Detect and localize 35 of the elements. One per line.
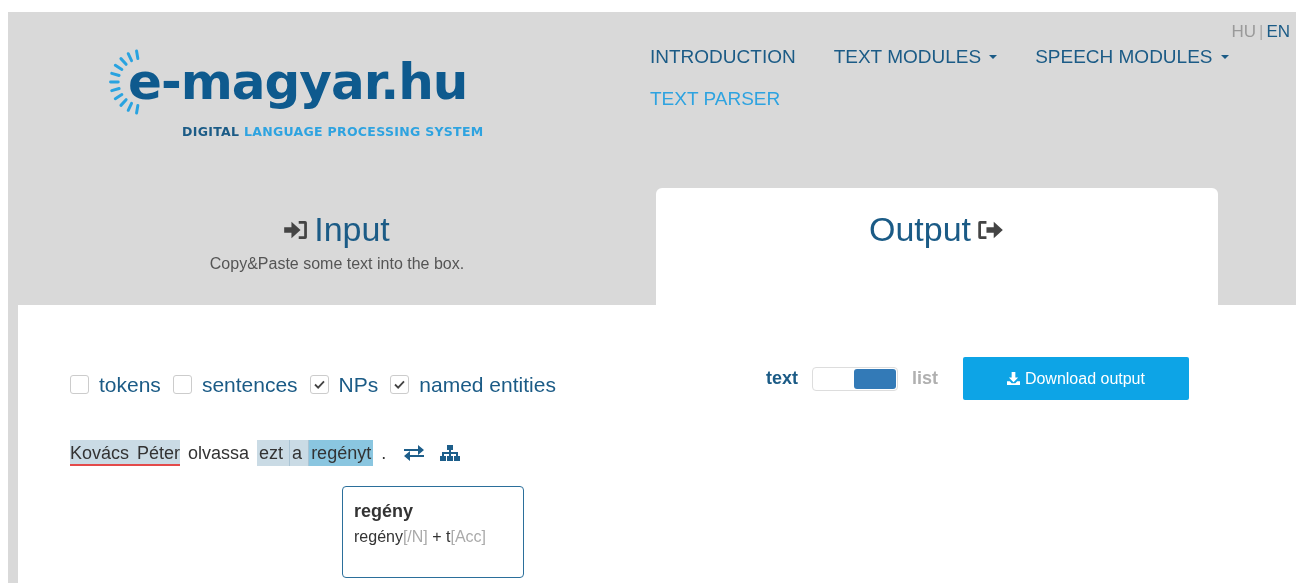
checkbox-label: tokens: [99, 372, 161, 397]
token[interactable]: olvassa: [188, 440, 250, 466]
check-icon: [394, 380, 406, 389]
token[interactable]: .: [381, 440, 387, 466]
view-label[interactable]: text: [765, 368, 798, 389]
checkbox[interactable]: [70, 375, 89, 394]
checkbox-label: sentences: [201, 372, 298, 397]
logo-tagline: DIGITAL LANGUAGE PROCESSING SYSTEM: [182, 124, 484, 139]
tab[interactable]: Output: [656, 188, 1218, 305]
download-button[interactable]: Download output: [962, 357, 1189, 400]
logo-wordmark[interactable]: e-magyar.hu: [128, 57, 468, 107]
token[interactable]: regényt: [308, 440, 374, 466]
checkbox[interactable]: [309, 375, 329, 394]
checkbox-label: NPs: [338, 372, 379, 397]
token[interactable]: ezt: [257, 440, 290, 466]
language-link[interactable]: EN: [1266, 22, 1290, 42]
switch-knob[interactable]: [853, 368, 896, 389]
analysis-text: regény[/N] + t[Acc]: [354, 528, 488, 546]
sign-in-icon: [284, 219, 309, 240]
token[interactable]: Péter: [137, 440, 181, 466]
hierarchy-icon[interactable]: [440, 445, 461, 461]
view-switch[interactable]: [811, 366, 898, 391]
check-icon: [313, 380, 325, 389]
lemma-text: regény: [354, 501, 415, 522]
nav-link[interactable]: TEXT MODULES: [833, 46, 998, 68]
nav-link[interactable]: SPEECH MODULES: [1035, 46, 1229, 68]
swap-icon[interactable]: [404, 445, 425, 461]
checkbox-label: named entities: [419, 372, 556, 397]
nav-link[interactable]: INTRODUCTION: [650, 46, 796, 68]
token[interactable]: Kovács: [70, 440, 138, 466]
checkbox[interactable]: [390, 375, 410, 394]
language-separator: |: [1258, 22, 1264, 42]
checkbox[interactable]: [172, 375, 192, 394]
token[interactable]: a: [289, 440, 309, 466]
download-icon: [1006, 372, 1020, 385]
